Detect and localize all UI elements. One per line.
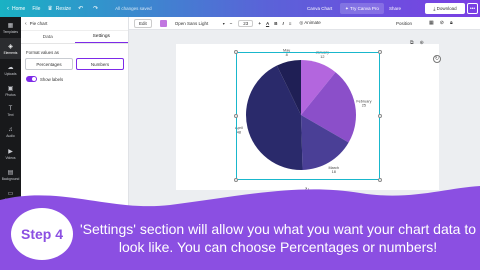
step-label: Step 4 (20, 226, 63, 242)
step-badge: Step 4 (11, 208, 73, 260)
step-description: 'Settings' section will allow you what y… (80, 221, 476, 255)
